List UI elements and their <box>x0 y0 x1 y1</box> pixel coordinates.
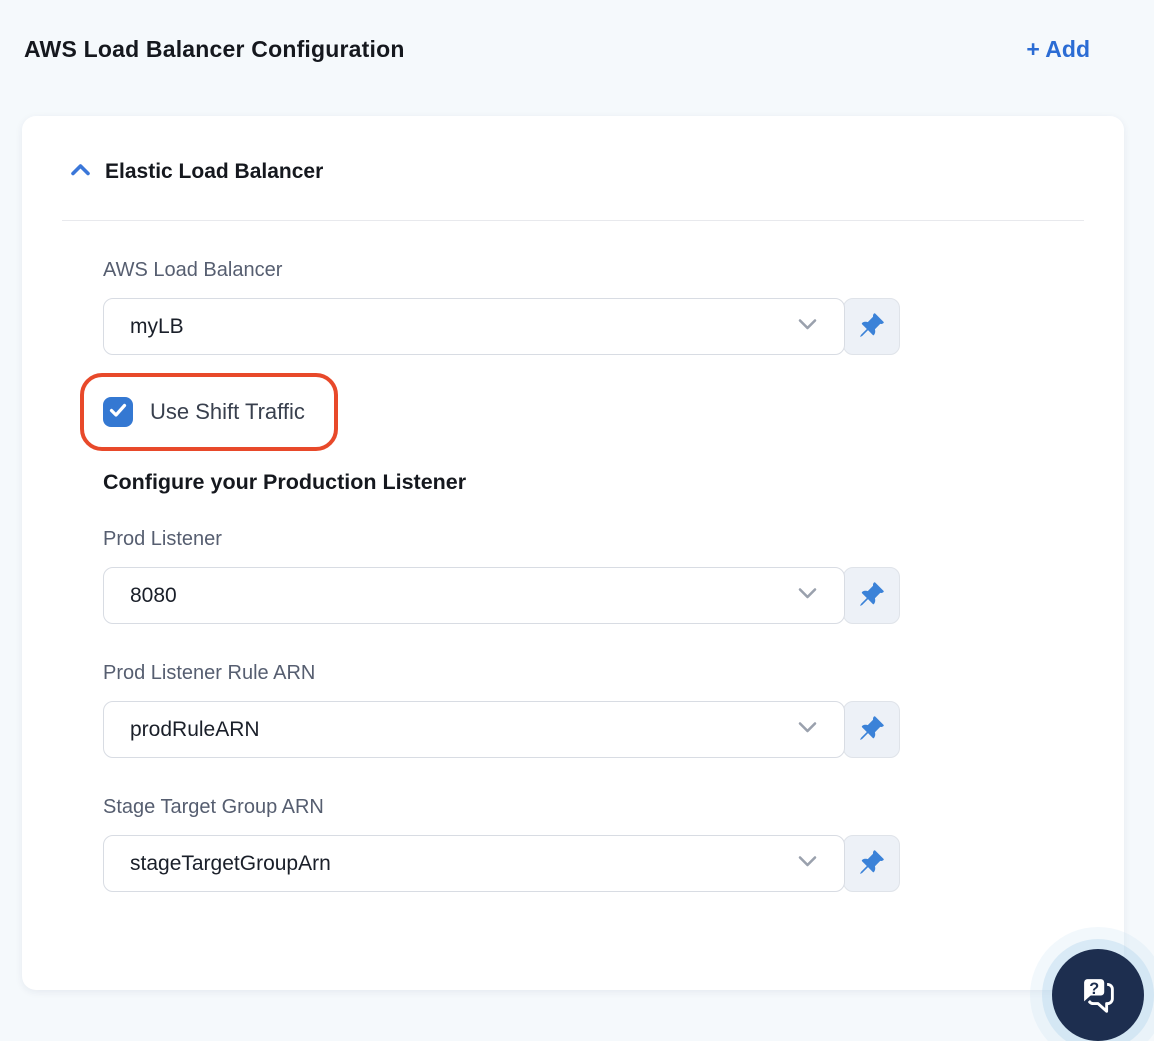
chevron-down-icon <box>797 721 818 739</box>
section-header-elastic-load-balancer[interactable]: Elastic Load Balancer <box>70 160 1084 184</box>
stage-target-group-arn-select-group: stageTargetGroupArn <box>103 835 900 892</box>
add-button[interactable]: + Add <box>1026 36 1090 63</box>
aws-load-balancer-select-group: myLB <box>103 298 900 355</box>
select-value: prodRuleARN <box>130 717 260 741</box>
field-label: Prod Listener Rule ARN <box>103 662 316 684</box>
pin-button[interactable] <box>843 567 900 624</box>
pin-button[interactable] <box>843 701 900 758</box>
prod-listener-select-group: 8080 <box>103 567 900 624</box>
pushpin-icon <box>858 849 885 879</box>
field-label: Stage Target Group ARN <box>103 796 324 818</box>
svg-text:?: ? <box>1089 980 1099 998</box>
chat-question-icon: ? <box>1075 971 1121 1020</box>
field-prod-listener-rule-arn: Prod Listener Rule ARN prodRuleARN <box>103 662 900 758</box>
checkbox-label: Use Shift Traffic <box>150 399 305 424</box>
use-shift-traffic-option[interactable]: Use Shift Traffic <box>103 397 305 427</box>
prod-listener-rule-arn-select-group: prodRuleARN <box>103 701 900 758</box>
select-value: myLB <box>130 314 184 338</box>
page-title: AWS Load Balancer Configuration <box>24 36 405 62</box>
aws-load-balancer-select[interactable]: myLB <box>103 298 845 355</box>
chevron-down-icon <box>797 855 818 873</box>
section-divider <box>62 220 1084 221</box>
pin-button[interactable] <box>843 835 900 892</box>
page-header: AWS Load Balancer Configuration + Add <box>0 0 1154 63</box>
checkbox-checked[interactable] <box>103 397 133 427</box>
help-chat-button[interactable]: ? <box>1052 949 1144 1041</box>
field-aws-load-balancer: AWS Load Balancer myLB <box>103 259 900 355</box>
pushpin-icon <box>858 715 885 745</box>
prod-listener-rule-arn-select[interactable]: prodRuleARN <box>103 701 845 758</box>
stage-target-group-arn-select[interactable]: stageTargetGroupArn <box>103 835 845 892</box>
field-prod-listener: Prod Listener 8080 <box>103 528 900 624</box>
field-stage-target-group-arn: Stage Target Group ARN stageTargetGroupA… <box>103 796 900 892</box>
fields-column: AWS Load Balancer myLB Use Shift Traffic… <box>80 259 900 892</box>
chevron-up-icon[interactable] <box>70 162 91 182</box>
chevron-down-icon <box>797 587 818 605</box>
checkmark-icon <box>109 403 127 422</box>
chevron-down-icon <box>797 318 818 336</box>
pushpin-icon <box>858 312 885 342</box>
field-label: AWS Load Balancer <box>103 259 283 281</box>
select-value: 8080 <box>130 583 177 607</box>
subheading: Configure your Production Listener <box>103 470 467 494</box>
prod-listener-select[interactable]: 8080 <box>103 567 845 624</box>
config-card: Elastic Load Balancer AWS Load Balancer … <box>22 116 1124 990</box>
section-title: Elastic Load Balancer <box>105 160 324 183</box>
pushpin-icon <box>858 581 885 611</box>
annotation-highlight: Use Shift Traffic <box>80 373 338 451</box>
pin-button[interactable] <box>843 298 900 355</box>
field-label: Prod Listener <box>103 528 222 550</box>
select-value: stageTargetGroupArn <box>130 851 331 875</box>
